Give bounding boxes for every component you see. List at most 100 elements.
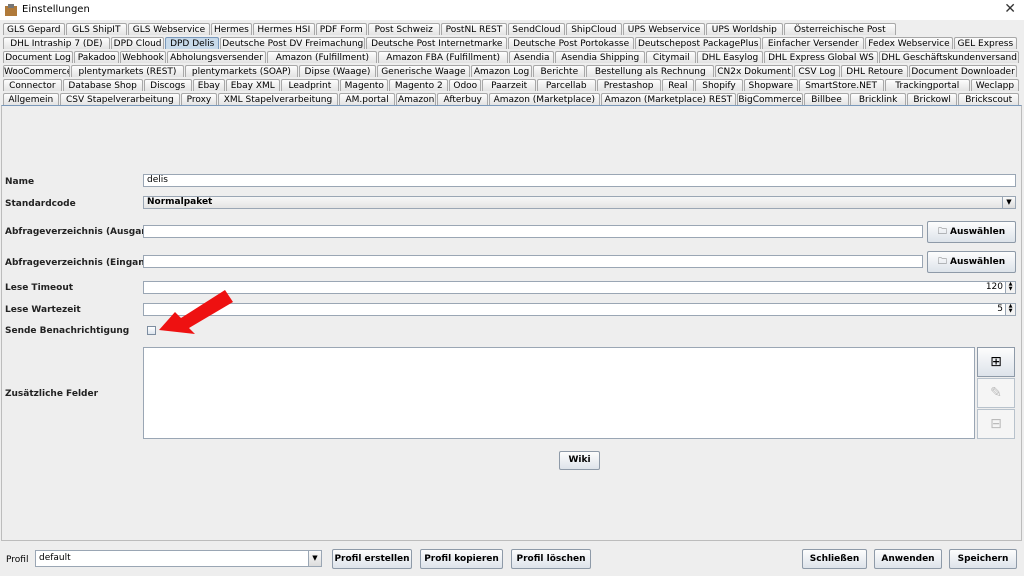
tab-amazon-marketplace-rest[interactable]: Amazon (Marketplace) REST: [600, 93, 737, 105]
tab-bricklink[interactable]: Bricklink: [850, 93, 906, 105]
tab-parcellab[interactable]: Parcellab: [536, 79, 596, 91]
tab-leadprint[interactable]: Leadprint: [280, 79, 340, 91]
tab-citymail[interactable]: Citymail: [646, 51, 697, 63]
tab-hermes[interactable]: Hermes: [210, 23, 253, 35]
delete-profile-button[interactable]: Profil löschen: [511, 549, 591, 569]
wait-spinner[interactable]: 5 ▲ ▼: [143, 303, 1016, 316]
tab-deutschepost-packageplus[interactable]: Deutschepost PackagePlus: [635, 37, 762, 49]
tab-berichte[interactable]: Berichte: [533, 65, 586, 77]
tab-gls-shipit[interactable]: GLS ShipIT: [65, 23, 128, 35]
tab-shipcloud[interactable]: ShipCloud: [565, 23, 623, 35]
tab-smartstore-net[interactable]: SmartStore.NET: [798, 79, 884, 91]
tab-weclapp[interactable]: Weclapp: [970, 79, 1019, 91]
tab-fedex-webservice[interactable]: Fedex Webservice: [865, 37, 953, 49]
tab-asendia[interactable]: Asendia: [509, 51, 555, 63]
tab-amazon[interactable]: Amazon: [395, 93, 437, 105]
tab-brickowl[interactable]: Brickowl: [906, 93, 958, 105]
tab-ebay-xml[interactable]: Ebay XML: [226, 79, 280, 91]
choose-in-dir-button[interactable]: 🗀 Auswählen: [927, 251, 1016, 273]
choose-out-dir-button[interactable]: 🗀 Auswählen: [927, 221, 1016, 243]
tab-generische-waage[interactable]: Generische Waage: [377, 65, 470, 77]
tab-shopify[interactable]: Shopify: [694, 79, 744, 91]
tab-paarzeit[interactable]: Paarzeit: [482, 79, 536, 91]
tab-hermes-hsi[interactable]: Hermes HSI: [253, 23, 315, 35]
tab-afterbuy[interactable]: Afterbuy: [437, 93, 488, 105]
tab-pdf-form[interactable]: PDF Form: [315, 23, 367, 35]
tab-amazon-marketplace[interactable]: Amazon (Marketplace): [488, 93, 600, 105]
in-dir-input[interactable]: [143, 255, 923, 268]
apply-button[interactable]: Anwenden: [874, 549, 942, 569]
tab-document-downloader[interactable]: Document Downloader: [909, 65, 1017, 77]
tab-shopware[interactable]: Shopware: [744, 79, 798, 91]
tab-asendia-shipping[interactable]: Asendia Shipping: [555, 51, 646, 63]
tab-discogs[interactable]: Discogs: [143, 79, 192, 91]
tab-magento[interactable]: Magento: [340, 79, 389, 91]
tab-amazon-fba-fulfillment[interactable]: Amazon FBA (Fulfillment): [378, 51, 508, 63]
tab-dpd-delis[interactable]: DPD Delis: [165, 37, 220, 49]
tab-gls-gepard[interactable]: GLS Gepard: [3, 23, 65, 35]
tab-am-portal[interactable]: AM.portal: [339, 93, 395, 105]
tab-magento-2[interactable]: Magento 2: [389, 79, 449, 91]
tab-pakadoo[interactable]: Pakadoo: [74, 51, 120, 63]
tab-plentymarkets-soap[interactable]: plentymarkets (SOAP): [184, 65, 298, 77]
tab-brickscout[interactable]: Brickscout: [958, 93, 1019, 105]
tab-woocommerce[interactable]: WooCommerce: [3, 65, 70, 77]
tab-trackingportal[interactable]: Trackingportal: [884, 79, 970, 91]
out-dir-input[interactable]: [143, 225, 923, 238]
tab-österreichische-post[interactable]: Österreichische Post: [783, 23, 896, 35]
tab-sendcloud[interactable]: SendCloud: [508, 23, 565, 35]
tab-connector[interactable]: Connector: [3, 79, 62, 91]
close-window-button[interactable]: ✕: [1004, 1, 1016, 17]
name-input[interactable]: delis: [143, 174, 1016, 187]
close-button[interactable]: Schließen: [802, 549, 867, 569]
tab-deutsche-post-dv-freimachung[interactable]: Deutsche Post DV Freimachung: [220, 37, 366, 49]
spinner-arrows-icon[interactable]: ▲ ▼: [1005, 304, 1015, 315]
tab-proxy[interactable]: Proxy: [181, 93, 217, 105]
create-profile-button[interactable]: Profil erstellen: [332, 549, 412, 569]
save-button[interactable]: Speichern: [949, 549, 1017, 569]
tab-abholungsversender[interactable]: Abholungsversender: [166, 51, 267, 63]
profil-select[interactable]: default ▼: [35, 550, 322, 567]
edit-field-button[interactable]: ✎: [977, 378, 1015, 408]
add-field-button[interactable]: ⊞: [977, 347, 1015, 377]
tab-amazon-log[interactable]: Amazon Log: [470, 65, 533, 77]
chevron-down-icon[interactable]: ▼: [1002, 197, 1015, 208]
tab-ups-webservice[interactable]: UPS Webservice: [623, 23, 705, 35]
copy-profile-button[interactable]: Profil kopieren: [420, 549, 503, 569]
remove-field-button[interactable]: ⊟: [977, 409, 1015, 439]
tab-deutsche-post-internetmarke[interactable]: Deutsche Post Internetmarke: [366, 37, 508, 49]
tab-real[interactable]: Real: [661, 79, 694, 91]
extra-fields-list[interactable]: [143, 347, 975, 439]
tab-prestashop[interactable]: Prestashop: [596, 79, 661, 91]
tab-dpd-cloud[interactable]: DPD Cloud: [110, 37, 165, 49]
tab-dipse-waage[interactable]: Dipse (Waage): [298, 65, 377, 77]
tab-xml-stapelverarbeitung[interactable]: XML Stapelverarbeitung: [217, 93, 339, 105]
tab-gel-express[interactable]: GEL Express: [953, 37, 1017, 49]
tab-billbee[interactable]: Billbee: [803, 93, 850, 105]
wiki-button[interactable]: Wiki: [559, 451, 600, 470]
tab-dhl-intraship-7-de[interactable]: DHL Intraship 7 (DE): [3, 37, 110, 49]
chevron-down-icon[interactable]: ▼: [308, 551, 321, 566]
tab-post-schweiz[interactable]: Post Schweiz: [367, 23, 440, 35]
tab-einfacher-versender[interactable]: Einfacher Versender: [762, 37, 865, 49]
tab-gls-webservice[interactable]: GLS Webservice: [128, 23, 210, 35]
timeout-spinner[interactable]: 120 ▲ ▼: [143, 281, 1016, 294]
tab-allgemein[interactable]: Allgemein: [3, 93, 59, 105]
tab-csv-log[interactable]: CSV Log: [793, 65, 841, 77]
tab-ebay[interactable]: Ebay: [192, 79, 226, 91]
tab-deutsche-post-portokasse[interactable]: Deutsche Post Portokasse: [508, 37, 635, 49]
tab-plentymarkets-rest[interactable]: plentymarkets (REST): [70, 65, 184, 77]
tab-bestellung-als-rechnung[interactable]: Bestellung als Rechnung: [586, 65, 715, 77]
tab-odoo[interactable]: Odoo: [449, 79, 482, 91]
standardcode-select[interactable]: Normalpaket ▼: [143, 196, 1016, 209]
tab-ups-worldship[interactable]: UPS Worldship: [705, 23, 783, 35]
tab-database-shop[interactable]: Database Shop: [62, 79, 143, 91]
tab-document-log[interactable]: Document Log: [3, 51, 74, 63]
tab-dhl-easylog[interactable]: DHL Easylog: [697, 51, 763, 63]
tab-cn2x-dokument[interactable]: CN2x Dokument: [715, 65, 793, 77]
tab-amazon-fulfillment[interactable]: Amazon (Fulfillment): [267, 51, 378, 63]
tab-dhl-geschäftskundenversand[interactable]: DHL Geschäftskundenversand: [879, 51, 1019, 63]
tab-bigcommerce[interactable]: BigCommerce: [737, 93, 803, 105]
tab-webhook[interactable]: Webhook: [120, 51, 166, 63]
spinner-arrows-icon[interactable]: ▲ ▼: [1005, 282, 1015, 293]
